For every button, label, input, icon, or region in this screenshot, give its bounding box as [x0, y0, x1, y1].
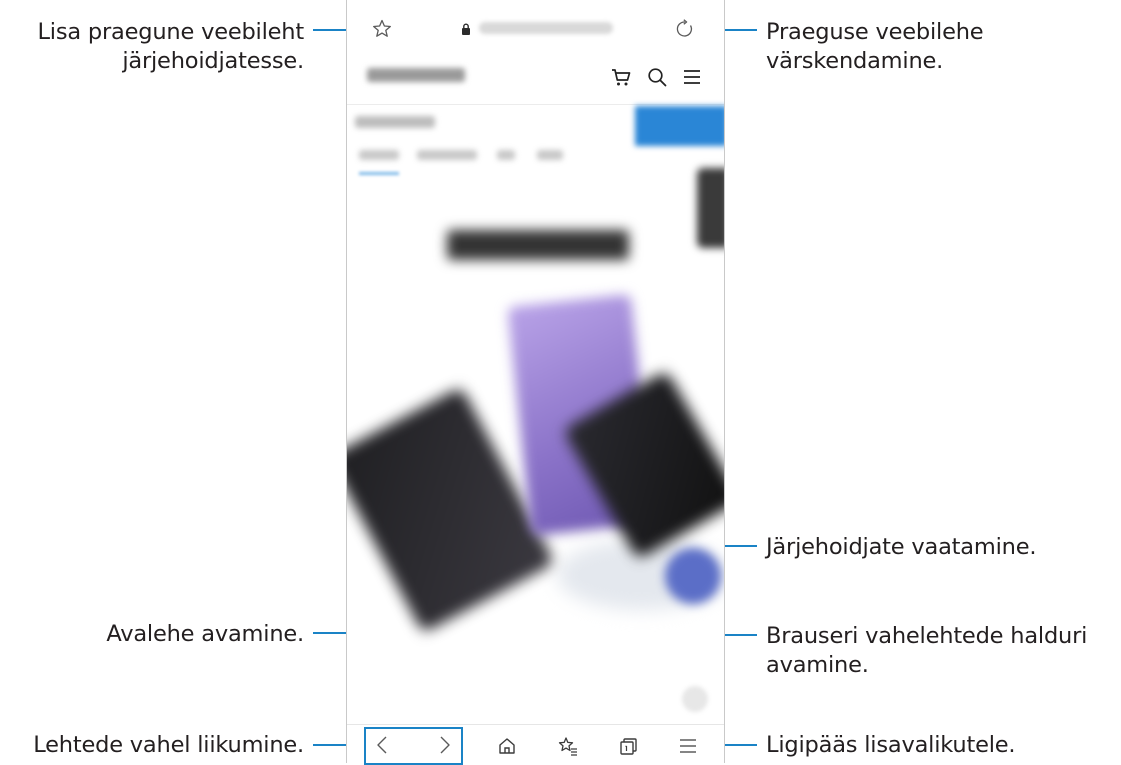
callout-navigate: Lehtede vahel liikumine. [33, 732, 304, 758]
menu-icon[interactable] [681, 66, 703, 88]
page-tab[interactable] [417, 150, 477, 160]
scroll-to-top-button[interactable] [682, 686, 708, 712]
callout-tabs-manager: Brauseri vahelehtede halduri avamine. [766, 623, 1088, 678]
address-bar [347, 10, 724, 50]
page-headline [447, 230, 629, 260]
active-tab-indicator [359, 172, 399, 175]
page-tab[interactable] [537, 150, 563, 160]
browser-screen [346, 0, 725, 763]
site-header [347, 54, 724, 105]
nav-buttons-highlight [364, 727, 463, 765]
side-feedback-tab[interactable] [697, 168, 724, 248]
cart-icon[interactable] [610, 66, 632, 88]
more-icon[interactable] [677, 735, 699, 757]
callout-home: Avalehe avamine. [106, 621, 304, 647]
buy-now-button[interactable] [635, 106, 724, 146]
callout-view-bookmarks: Järjehoidjate vaatamine. [766, 534, 1037, 560]
site-logo[interactable] [367, 68, 465, 82]
page-tab[interactable] [497, 150, 515, 160]
star-icon[interactable] [371, 18, 393, 40]
callout-refresh: Praeguse veebilehe värskendamine. [766, 19, 984, 74]
reload-icon[interactable] [674, 18, 696, 40]
bookmarks-icon[interactable] [557, 735, 579, 757]
subnav-title [355, 116, 435, 128]
callout-add-bookmark: Lisa praegune veebileht järjehoidjatesse… [37, 19, 304, 74]
chat-fab[interactable] [665, 548, 721, 604]
tabs-icon[interactable] [618, 735, 640, 757]
lock-icon [461, 23, 471, 35]
search-icon[interactable] [646, 66, 668, 88]
home-icon[interactable] [496, 735, 518, 757]
url-text[interactable] [479, 22, 613, 34]
callout-more-options: Ligipääs lisavalikutele. [766, 732, 1016, 758]
page-tab[interactable] [359, 150, 399, 160]
